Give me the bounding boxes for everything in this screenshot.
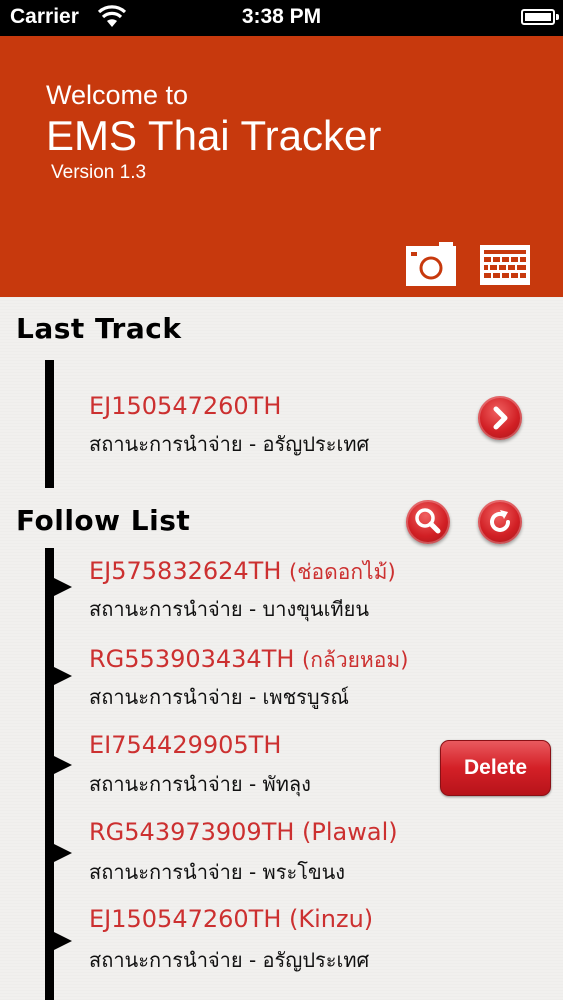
- status-bar: Carrier 3:38 PM: [0, 0, 563, 36]
- follow-list-heading: Follow List: [16, 504, 191, 537]
- tracking-status: สถานะการนำจ่าย - อรัญประเทศ: [89, 948, 370, 972]
- follow-list-timeline: [45, 548, 54, 1000]
- last-track-status: สถานะการนำจ่าย - อรัญประเทศ: [89, 432, 370, 456]
- chevron-right-icon: [493, 406, 508, 430]
- tracking-status: สถานะการนำจ่าย - บางขุนเทียน: [89, 597, 369, 621]
- open-last-track-button[interactable]: [478, 396, 522, 440]
- app-header: Welcome to EMS Thai Tracker Version 1.3: [0, 36, 563, 297]
- battery-level: [525, 13, 551, 21]
- refresh-button[interactable]: [478, 500, 522, 544]
- search-button[interactable]: [406, 500, 450, 544]
- tracking-status: สถานะการนำจ่าย - เพชรบูรณ์: [89, 685, 349, 709]
- tracking-note: (กล้วยหอม): [302, 648, 409, 672]
- welcome-text: Welcome to: [46, 80, 189, 110]
- timeline-pointer: [54, 578, 72, 596]
- refresh-icon: [490, 510, 510, 532]
- tracking-status: สถานะการนำจ่าย - พระโขนง: [89, 860, 346, 884]
- last-track-timeline: [45, 360, 54, 488]
- tracking-status: สถานะการนำจ่าย - พัทลุง: [89, 772, 311, 796]
- tracking-code: RG553903434TH (กล้วยหอม): [89, 644, 408, 677]
- tracking-code: EI754429905TH: [89, 731, 281, 759]
- tracking-number: EJ575832624TH: [89, 557, 282, 585]
- tracking-number: RG543973909TH: [89, 818, 295, 846]
- battery-icon: [521, 9, 559, 25]
- camera-icon[interactable]: [405, 242, 457, 288]
- tracking-code: RG543973909TH (Plawal): [89, 818, 398, 846]
- clock: 3:38 PM: [241, 5, 322, 28]
- tracking-note: (Plawal): [302, 818, 398, 846]
- search-icon: [415, 508, 441, 534]
- tracking-number: EJ150547260TH: [89, 905, 282, 933]
- last-track-heading: Last Track: [16, 312, 182, 345]
- tracking-note: (ช่อดอกไม้): [289, 560, 396, 584]
- timeline-pointer: [54, 756, 72, 774]
- app-title: EMS Thai Tracker: [46, 112, 382, 159]
- version-label: Version 1.3: [51, 162, 147, 183]
- tracking-number: RG553903434TH: [89, 645, 295, 673]
- timeline-pointer: [54, 667, 72, 685]
- delete-button[interactable]: Delete: [440, 740, 551, 796]
- tracking-code: EJ150547260TH (Kinzu): [89, 905, 373, 933]
- tracking-note: (Kinzu): [289, 905, 374, 933]
- timeline-pointer: [54, 932, 72, 950]
- keyboard-icon[interactable]: [479, 242, 531, 288]
- last-track-code[interactable]: EJ150547260TH: [89, 392, 281, 420]
- timeline-pointer: [54, 844, 72, 862]
- tracking-number: EI754429905TH: [89, 731, 282, 759]
- tracking-code: EJ575832624TH (ช่อดอกไม้): [89, 556, 396, 589]
